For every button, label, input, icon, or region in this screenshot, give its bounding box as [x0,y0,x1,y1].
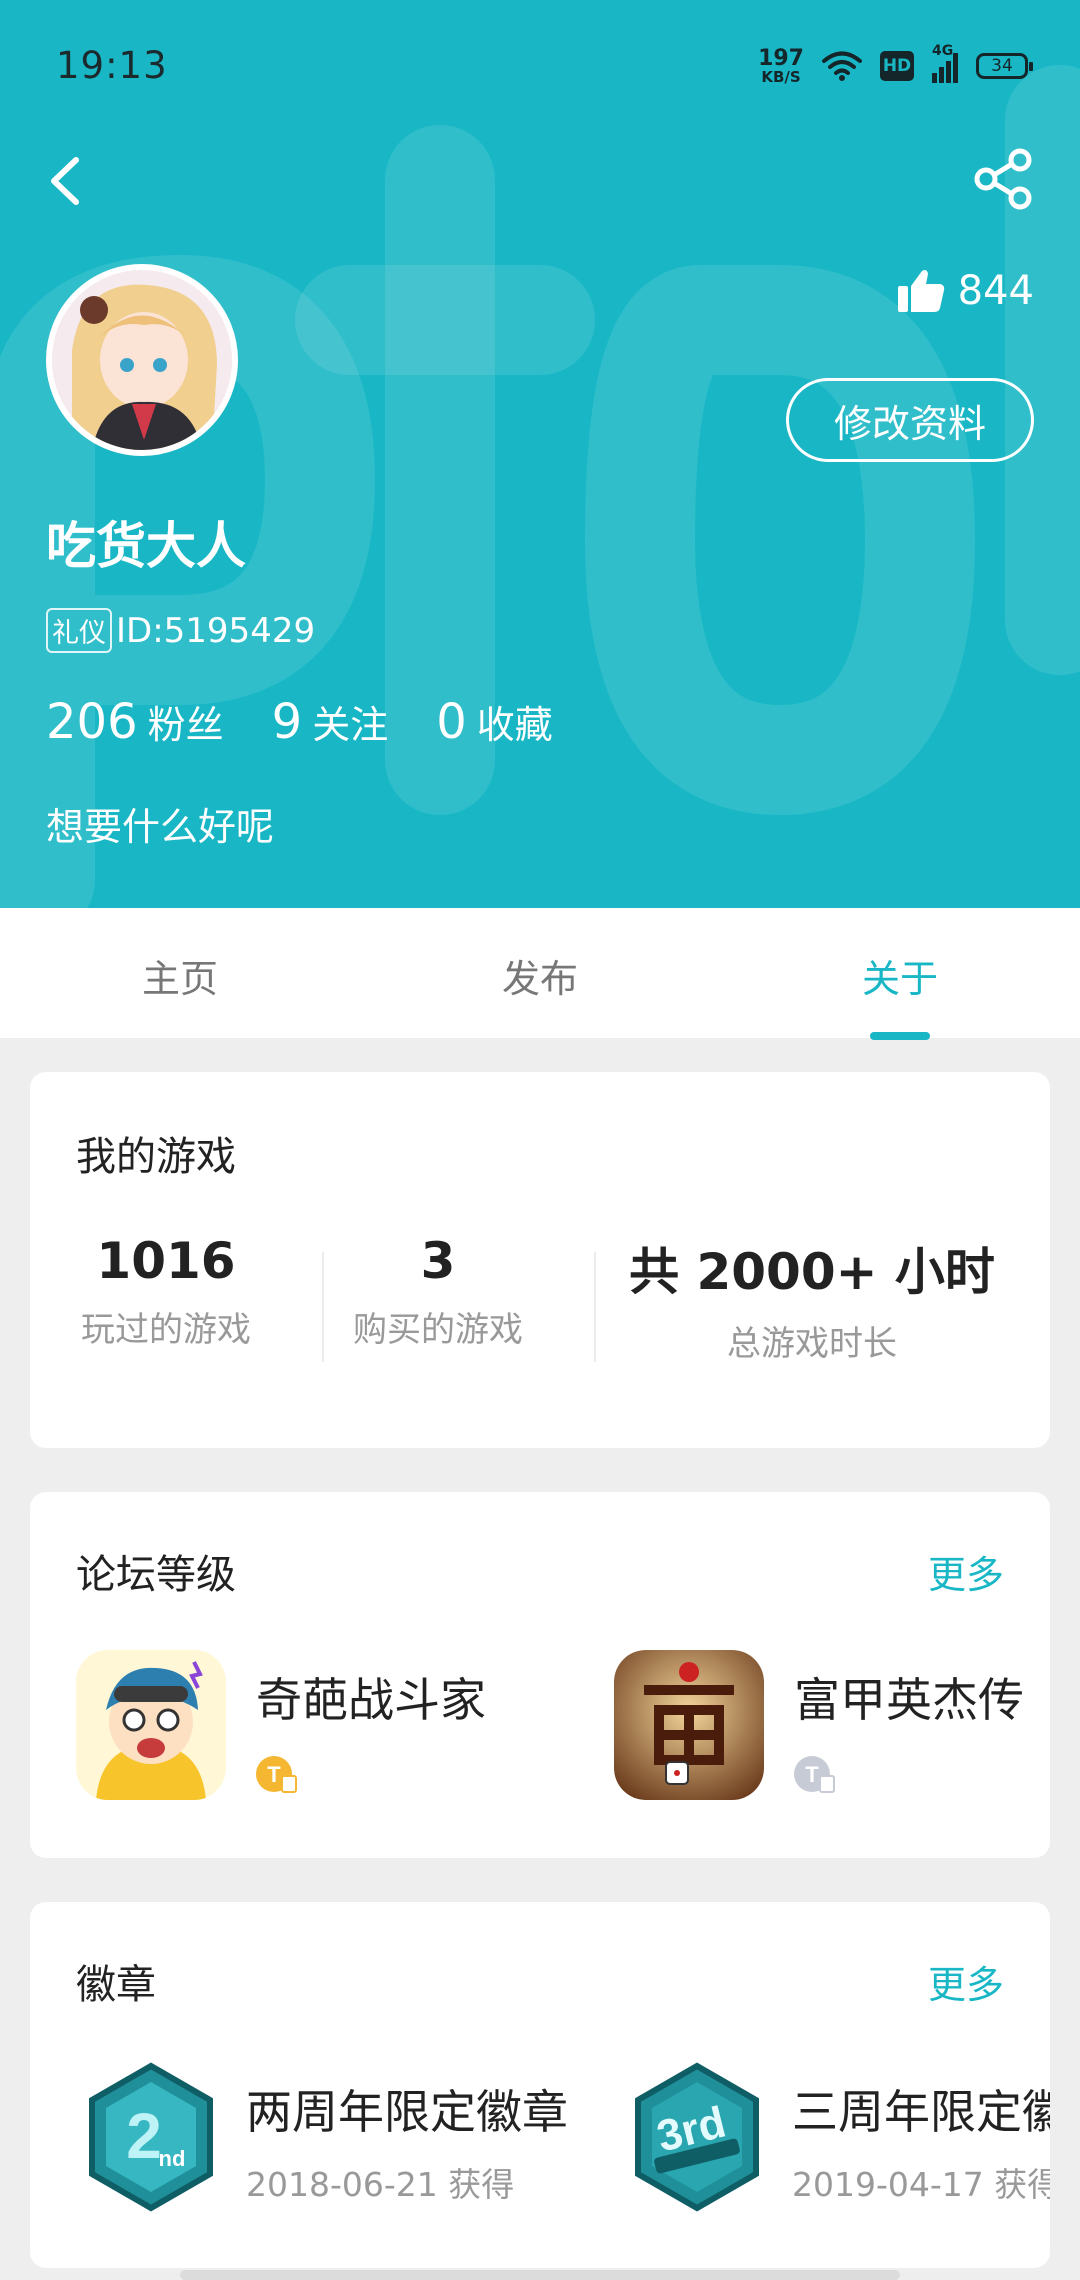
my-games-title: 我的游戏 [76,1134,236,1180]
favorites-label[interactable]: 收藏 [477,694,553,749]
share-button[interactable] [972,148,1034,210]
battery-icon: 34 [976,53,1033,79]
tab-posts[interactable]: 发布 [440,948,640,1003]
badge-item[interactable]: 2 nd 两周年限定徽章 2018-06-21 获得 [86,2062,568,2216]
my-games-card: 我的游戏 1016 玩过的游戏 3 购买的游戏 共 2000+ 小时 总游戏时长 [30,1072,1050,1448]
followers-label[interactable]: 粉丝 [148,694,224,749]
played-games-stat[interactable]: 1016 玩过的游戏 [30,1232,302,1365]
stat-divider [594,1252,596,1362]
horizontal-scrollbar [180,2270,900,2280]
user-tag: 礼仪 [46,608,112,653]
game-icon-qipa [76,1650,226,1800]
badge-name: 三周年限定徽章 [792,2085,1050,2139]
likes-count: 844 [957,268,1034,314]
forum-level-card: 论坛等级 更多 奇葩战斗家 T 富甲英杰传 T [30,1492,1050,1858]
user-bio: 想要什么好呢 [46,805,275,849]
svg-text:2: 2 [126,2100,162,2172]
avatar-image [52,270,232,450]
played-games-value: 1016 [96,1232,236,1290]
purchased-games-stat[interactable]: 3 购买的游戏 [302,1232,574,1365]
tab-about[interactable]: 关于 [800,948,1000,1003]
status-time: 19:13 [56,44,168,87]
play-time-label: 总游戏时长 [727,1324,897,1364]
forum-item[interactable]: 奇葩战斗家 T [76,1650,486,1800]
username: 吃货大人 [46,517,246,575]
edit-profile-button[interactable]: 修改资料 [786,378,1034,462]
forum-item[interactable]: 富甲英杰传 T [614,1650,1024,1800]
svg-text:T: T [267,1762,281,1787]
profile-header: 19:13 197 KB/S HD 4G 34 844 修改资料 吃货大人 礼仪… [0,0,1080,908]
stat-divider [322,1252,324,1362]
game-name: 奇葩战斗家 [256,1673,486,1727]
level-badge-icon: T [256,1756,297,1793]
badges-title: 徽章 [76,1962,156,2008]
badge-item[interactable]: 3rd 三周年限定徽章 2019-04-17 获得 [632,2062,1050,2216]
thumbs-up-icon [897,270,944,312]
badges-card: 徽章 更多 2 nd 两周年限定徽章 2018-06-21 获得 3rd 三周年… [30,1902,1050,2268]
badges-more-link[interactable]: 更多 [928,1954,1004,2009]
forum-more-link[interactable]: 更多 [928,1544,1004,1599]
badge-date: 2019-04-17 获得 [792,2165,1050,2204]
active-tab-indicator [870,1032,930,1040]
anniversary-3rd-badge-icon: 3rd [635,2062,759,2212]
badge-date: 2018-06-21 获得 [246,2165,515,2204]
game-name: 富甲英杰传 [794,1673,1024,1727]
svg-text:T: T [805,1762,819,1787]
signal-icon: 4G [932,43,958,83]
play-time-value: 共 2000+ 小时 [629,1243,995,1301]
watermark-logo [0,65,1080,908]
likes-counter[interactable]: 844 [896,268,1034,314]
social-stats: 206 粉丝 9 关注 0 收藏 [46,694,601,750]
profile-tabs: 主页 发布 关于 [0,908,1080,1038]
forum-level-title: 论坛等级 [76,1552,236,1598]
badge-name: 两周年限定徽章 [246,2085,568,2139]
anniversary-2nd-badge-icon: 2 nd [89,2062,213,2212]
back-button[interactable] [40,150,96,212]
network-speed: 197 KB/S [758,45,804,86]
user-id: ID:5195429 [116,610,316,651]
game-icon-fujia [614,1650,764,1800]
svg-text:nd: nd [159,2146,186,2171]
following-count[interactable]: 9 [272,694,303,750]
following-label[interactable]: 关注 [312,694,388,749]
level-badge-icon: T [794,1756,835,1793]
wifi-icon [822,51,862,81]
played-games-label: 玩过的游戏 [81,1310,251,1350]
purchased-games-label: 购买的游戏 [353,1310,523,1350]
status-bar: 19:13 197 KB/S HD 4G 34 [0,0,1080,130]
tab-home[interactable]: 主页 [80,948,280,1003]
purchased-games-value: 3 [420,1232,456,1290]
followers-count[interactable]: 206 [46,694,138,750]
play-time-stat: 共 2000+ 小时 总游戏时长 [574,1232,1050,1365]
avatar[interactable] [46,264,238,456]
user-id-row: 礼仪 ID:5195429 [46,608,315,653]
favorites-count[interactable]: 0 [436,694,467,750]
hd-icon: HD [880,51,914,81]
